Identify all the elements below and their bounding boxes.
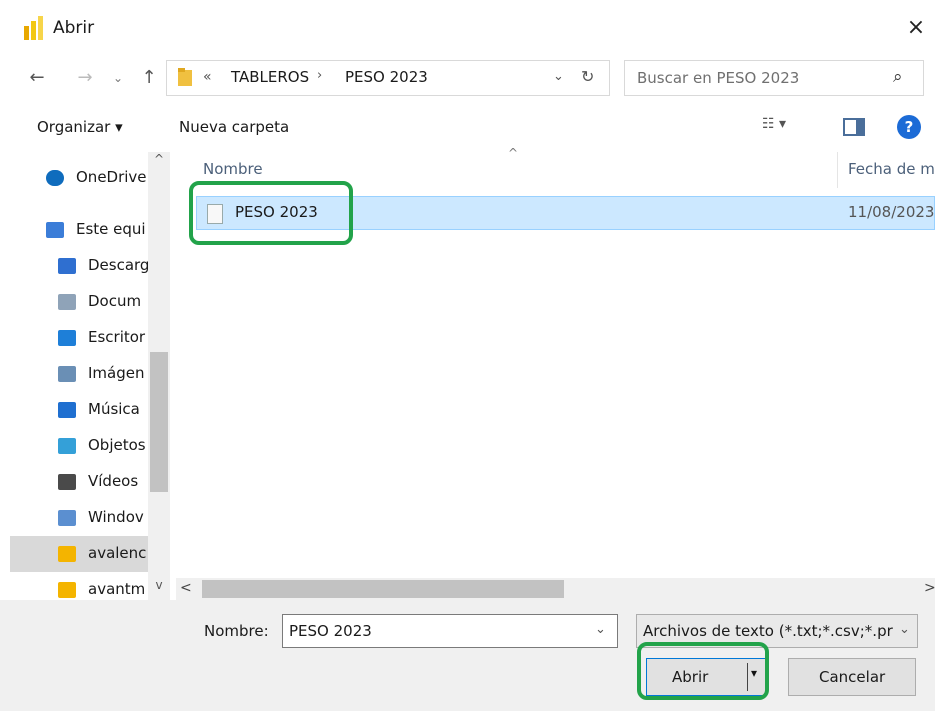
nav-scroll-up-icon[interactable]: ^ [148,152,170,174]
desktop-icon [58,330,76,346]
column-header-date[interactable]: Fecha de m [848,160,935,178]
sidebar-item[interactable]: Objetos [10,428,148,464]
horizontal-scrollbar[interactable]: < > [176,578,935,600]
address-dropdown-icon[interactable]: ⌄ [553,69,564,84]
filename-value: PESO 2023 [289,622,372,640]
column-divider[interactable] [837,152,838,188]
sidebar-item[interactable]: Escritor [10,320,148,356]
cancel-button[interactable]: Cancelar [788,658,916,696]
sidebar-item-label: Escritor [88,328,146,346]
sidebar-item-label: Imágen [88,364,145,382]
preview-pane-icon[interactable] [843,118,865,136]
cloud-icon [46,170,64,186]
new-folder-button[interactable]: Nueva carpeta [179,118,289,136]
sidebar-item-label: Objetos [88,436,146,454]
highlight-open-annotation [637,642,769,700]
sidebar-item[interactable]: Descarg [10,248,148,284]
sidebar-item[interactable]: Vídeos [10,464,148,500]
scroll-right-icon[interactable]: > [924,580,935,596]
sidebar-item[interactable]: Música [10,392,148,428]
video-icon [58,474,76,490]
title-bar: Abrir × [0,0,935,56]
sidebar-item-label: OneDrive [76,168,147,186]
breadcrumb-tableros[interactable]: TABLEROS [231,68,309,86]
image-icon [58,366,76,382]
drive-icon [58,510,76,526]
sidebar-item-label: Este equi [76,220,146,238]
search-input[interactable]: Buscar en PESO 2023 ⌕ [624,60,924,96]
sidebar-item-label: avantm [88,580,146,598]
address-bar[interactable]: « TABLEROS › PESO 2023 ⌄ ↻ [166,60,610,96]
search-icon[interactable]: ⌕ [893,67,903,87]
file-type-value: Archivos de texto (*.txt;*.csv;*.prn) [643,622,893,640]
filename-dropdown-icon[interactable]: ⌄ [595,622,606,637]
power-bi-icon [24,16,43,40]
document-icon [58,294,76,310]
3d-objects-icon [58,438,76,454]
sidebar-item[interactable]: avalenc [10,536,148,572]
sidebar-item-label: Música [88,400,140,418]
folder-icon [178,68,192,86]
navigation-pane: OneDrive Este equi Descarg Docum Escritor Imá… [10,152,170,602]
window-title: Abrir [53,18,95,38]
highlight-file-annotation [189,181,353,245]
scroll-left-icon[interactable]: < [180,580,192,596]
breadcrumb-peso-2023[interactable]: PESO 2023 [345,68,428,86]
close-icon[interactable]: × [900,12,932,44]
organize-menu-button[interactable]: Organizar ▾ [37,118,123,136]
sidebar-item-label: Descarg [88,256,148,274]
forward-arrow-icon[interactable]: → [70,63,100,93]
sidebar-item-label: Windov [88,508,144,526]
file-type-dropdown-icon[interactable]: ⌄ [899,622,910,637]
download-icon [58,258,76,274]
computer-icon [46,222,64,238]
recent-locations-chevron-icon[interactable]: ⌄ [108,63,128,93]
google-drive-icon [58,546,76,562]
breadcrumb-overflow-icon[interactable]: « [203,69,212,85]
sidebar-item[interactable]: Este equi [10,212,148,248]
filename-field[interactable]: PESO 2023 ⌄ [282,614,618,648]
cancel-button-label: Cancelar [819,668,886,686]
sort-ascending-icon: ^ [508,146,519,160]
music-icon [58,402,76,418]
back-arrow-icon[interactable]: ← [22,63,52,93]
nav-scroll-thumb[interactable] [150,352,168,492]
sidebar-item-label: Vídeos [88,472,139,490]
refresh-icon[interactable]: ↻ [581,67,594,86]
breadcrumb-separator-icon[interactable]: › [317,68,322,83]
help-icon[interactable]: ? [897,115,921,139]
view-options-icon[interactable]: ☷ ▾ [762,116,786,132]
file-date: 11/08/2023 [848,203,935,221]
sidebar-item-label: avalenc [88,544,147,562]
sidebar-item[interactable]: OneDrive [10,160,148,196]
column-header-name[interactable]: Nombre [203,160,263,178]
sidebar-item[interactable]: Imágen [10,356,148,392]
search-placeholder: Buscar en PESO 2023 [637,69,800,87]
horizontal-scroll-thumb[interactable] [202,580,564,598]
nav-scroll-down-icon[interactable]: v [148,578,170,600]
sidebar-item-label: Docum [88,292,142,310]
sidebar-item[interactable]: Docum [10,284,148,320]
google-drive-icon [58,582,76,598]
sidebar-item[interactable]: Windov [10,500,148,536]
filename-label: Nombre: [204,622,269,640]
up-arrow-icon[interactable]: ↑ [134,63,164,93]
